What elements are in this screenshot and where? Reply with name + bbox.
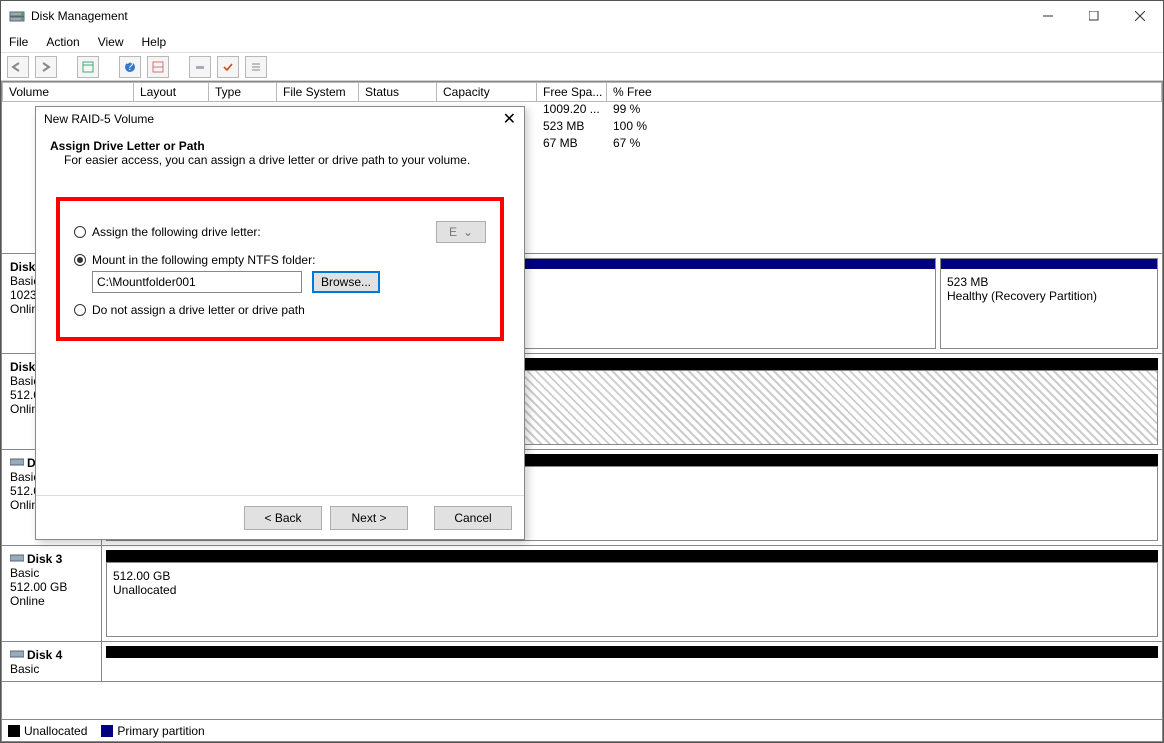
disk-0-partition-2[interactable]: 523 MB Healthy (Recovery Partition) <box>940 258 1158 349</box>
drive-letter-value: E <box>449 225 457 239</box>
col-type[interactable]: Type <box>209 82 277 102</box>
menu-help[interactable]: Help <box>142 35 167 49</box>
refresh-button[interactable] <box>189 56 211 78</box>
back-button[interactable] <box>7 56 29 78</box>
svg-text:?: ? <box>127 61 134 73</box>
disk-3-partition[interactable]: 512.00 GB Unallocated <box>106 562 1158 637</box>
disk-type: Basic <box>10 662 93 676</box>
legend-primary: Primary partition <box>101 724 204 738</box>
cell-pfree: 99 % <box>607 102 646 119</box>
maximize-button[interactable] <box>1071 1 1117 31</box>
radio-assign-letter[interactable] <box>74 226 86 238</box>
dialog-subheading: For easier access, you can assign a driv… <box>50 153 510 167</box>
disk-3-label[interactable]: Disk 3 Basic 512.00 GB Online <box>2 546 102 641</box>
col-volume[interactable]: Volume <box>2 82 134 102</box>
chevron-down-icon: ⌄ <box>463 225 473 239</box>
legend: Unallocated Primary partition <box>2 719 1162 741</box>
label-no-assign: Do not assign a drive letter or drive pa… <box>92 303 305 317</box>
dialog-header: Assign Drive Letter or Path For easier a… <box>36 131 524 181</box>
menu-view[interactable]: View <box>98 35 124 49</box>
cell-free: 67 MB <box>537 136 607 153</box>
disk-type: Basic <box>10 566 93 580</box>
disk-icon <box>10 456 24 470</box>
dialog-titlebar: New RAID-5 Volume ✕ <box>36 107 524 131</box>
label-assign-letter: Assign the following drive letter: <box>92 225 261 239</box>
cancel-button[interactable]: Cancel <box>434 506 512 530</box>
cell-free: 523 MB <box>537 119 607 136</box>
toolbar: ? <box>1 53 1163 81</box>
label-mount-folder: Mount in the following empty NTFS folder… <box>92 253 315 267</box>
window-title: Disk Management <box>31 9 1025 23</box>
mount-path-input[interactable] <box>92 271 302 293</box>
col-freespace[interactable]: Free Spa... <box>537 82 607 102</box>
disk-size: 512.00 GB <box>10 580 93 594</box>
list-button[interactable] <box>245 56 267 78</box>
titlebar: Disk Management <box>1 1 1163 31</box>
disk-name: Disk 3 <box>27 552 62 566</box>
app-icon <box>9 8 25 24</box>
radio-no-assign[interactable] <box>74 304 86 316</box>
disk-icon <box>10 648 24 662</box>
highlight-box: Assign the following drive letter: E ⌄ M… <box>56 197 504 341</box>
close-button[interactable] <box>1117 1 1163 31</box>
cell-free: 1009.20 ... <box>537 102 607 119</box>
properties-button[interactable] <box>77 56 99 78</box>
legend-unallocated: Unallocated <box>8 724 87 738</box>
partition-status: Unallocated <box>113 583 1151 597</box>
back-button[interactable]: < Back <box>244 506 322 530</box>
partition-size: 523 MB <box>947 275 1151 289</box>
disk-name: Disk 4 <box>27 648 62 662</box>
cell-pfree: 67 % <box>607 136 646 153</box>
col-filesystem[interactable]: File System <box>277 82 359 102</box>
dialog-title: New RAID-5 Volume <box>44 112 503 126</box>
new-raid5-volume-dialog: New RAID-5 Volume ✕ Assign Drive Letter … <box>35 106 525 540</box>
col-pctfree[interactable]: % Free <box>607 82 1162 102</box>
help-button[interactable]: ? <box>119 56 141 78</box>
window-controls <box>1025 1 1163 31</box>
col-capacity[interactable]: Capacity <box>437 82 537 102</box>
browse-button[interactable]: Browse... <box>312 271 380 293</box>
menu-file[interactable]: File <box>9 35 28 49</box>
menubar: File Action View Help <box>1 31 1163 53</box>
disk-status: Online <box>10 594 93 608</box>
disk-icon <box>10 552 24 566</box>
column-headers: Volume Layout Type File System Status Ca… <box>2 82 1162 102</box>
dialog-buttons: < Back Next > Cancel <box>36 495 524 539</box>
disk-3-row: Disk 3 Basic 512.00 GB Online 512.00 GB … <box>2 546 1162 642</box>
col-status[interactable]: Status <box>359 82 437 102</box>
forward-button[interactable] <box>35 56 57 78</box>
disk-4-label[interactable]: Disk 4 Basic <box>2 642 102 681</box>
menu-action[interactable]: Action <box>46 35 79 49</box>
dialog-heading: Assign Drive Letter or Path <box>50 139 510 153</box>
action-button[interactable] <box>217 56 239 78</box>
drive-letter-select[interactable]: E ⌄ <box>436 221 486 243</box>
view-button[interactable] <box>147 56 169 78</box>
minimize-button[interactable] <box>1025 1 1071 31</box>
partition-status: Healthy (Recovery Partition) <box>947 289 1151 303</box>
partition-size: 512.00 GB <box>113 569 1151 583</box>
col-layout[interactable]: Layout <box>134 82 209 102</box>
next-button[interactable]: Next > <box>330 506 408 530</box>
cell-pfree: 100 % <box>607 119 653 136</box>
disk-4-row: Disk 4 Basic <box>2 642 1162 682</box>
dialog-close-button[interactable]: ✕ <box>503 109 516 129</box>
radio-mount-folder[interactable] <box>74 254 86 266</box>
